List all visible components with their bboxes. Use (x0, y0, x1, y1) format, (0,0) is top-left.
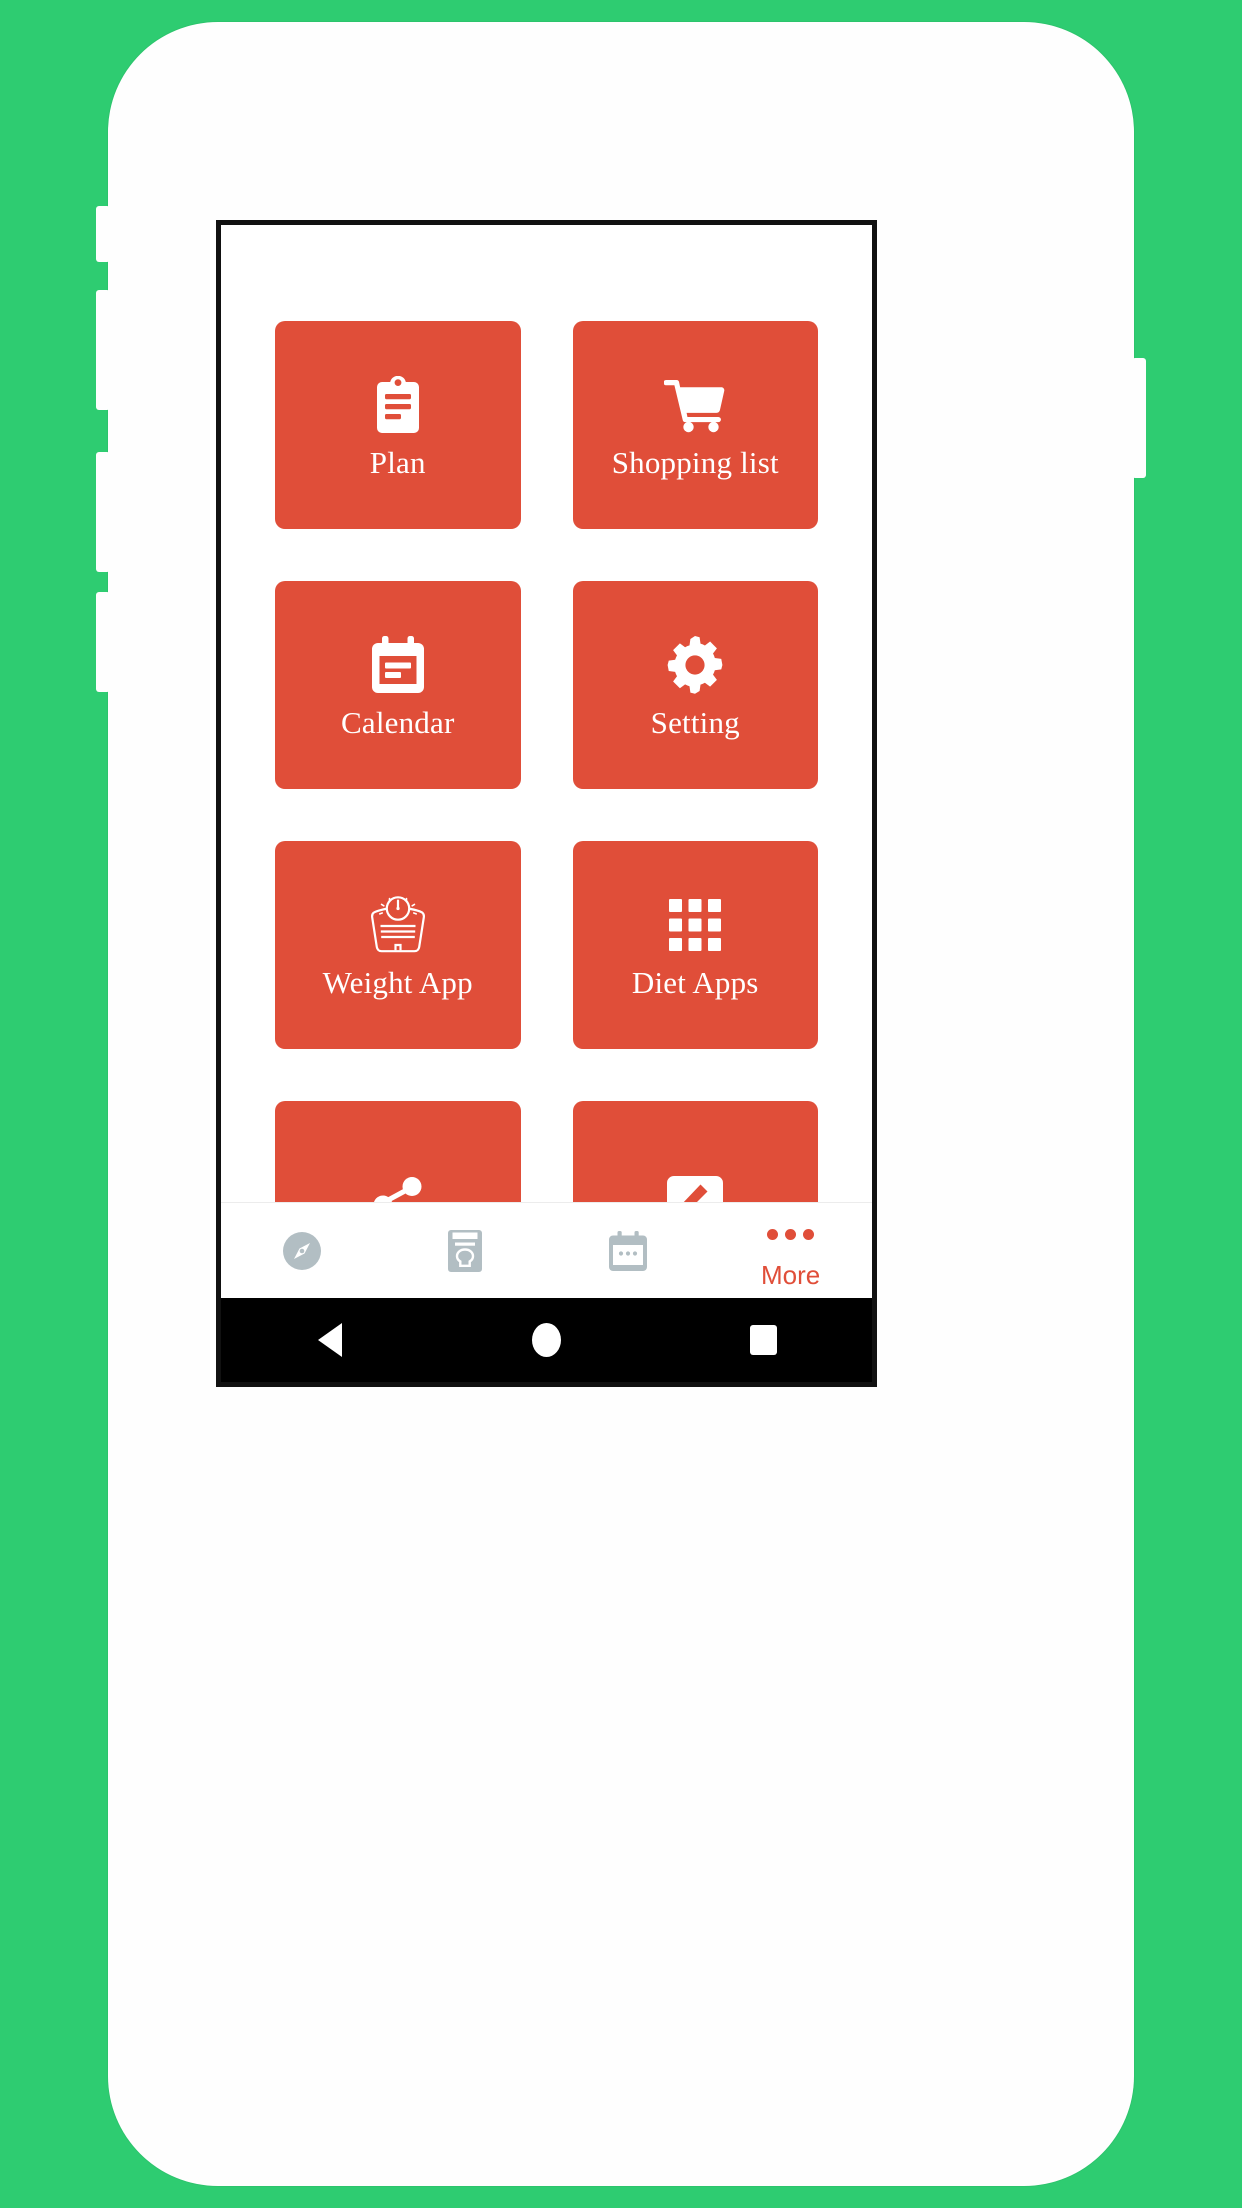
cookbook-icon (448, 1229, 483, 1272)
power-button[interactable] (1132, 358, 1146, 478)
tile-label: Calendar (341, 704, 455, 740)
calendar-icon (370, 633, 426, 697)
tile-label: Weight App (322, 964, 473, 1000)
weight-scale-icon (367, 893, 429, 957)
tile-label: Shopping list (611, 444, 779, 480)
gear-icon (666, 633, 724, 697)
more-dots-icon (767, 1213, 815, 1255)
tab-label: More (761, 1260, 821, 1290)
tab-more[interactable]: More (709, 1203, 872, 1298)
tile-share[interactable] (275, 1101, 521, 1202)
tab-discover[interactable] (221, 1203, 384, 1298)
screen-inner: Plan Shopping list Calendar Setting Weig… (221, 225, 872, 1382)
bottom-tab-bar: More (221, 1202, 872, 1298)
tile-grid: Plan Shopping list Calendar Setting Weig… (275, 225, 818, 1202)
volume-up-button[interactable] (96, 206, 110, 262)
tile-setting[interactable]: Setting (572, 581, 818, 789)
shopping-cart-icon (664, 373, 726, 437)
compass-icon (283, 1230, 322, 1272)
tile-diet-apps[interactable]: Diet Apps (572, 841, 818, 1049)
phone-screen: Plan Shopping list Calendar Setting Weig… (216, 220, 877, 1387)
tile-plan[interactable]: Plan (275, 321, 521, 529)
clipboard-icon (372, 373, 424, 437)
back-triangle-icon (317, 1323, 342, 1357)
tile-label: Diet Apps (631, 964, 759, 1000)
tile-weight-app[interactable]: Weight App (275, 841, 521, 1049)
home-circle-icon (532, 1323, 561, 1357)
nav-back-button[interactable] (270, 1298, 390, 1382)
apps-grid-icon (669, 893, 722, 957)
side-button-three[interactable] (96, 452, 110, 572)
nav-recents-button[interactable] (704, 1298, 824, 1382)
tile-feedback[interactable] (572, 1101, 818, 1202)
calendar-icon (608, 1230, 647, 1272)
tile-shopping-list[interactable]: Shopping list (572, 321, 818, 529)
tab-recipes[interactable] (384, 1203, 547, 1298)
volume-down-button[interactable] (96, 290, 110, 410)
page-root: Plan Shopping list Calendar Setting Weig… (0, 0, 1242, 2208)
feedback-pencil-icon (667, 1173, 724, 1202)
tab-calendar[interactable] (547, 1203, 710, 1298)
main-content-scroll-area[interactable]: Plan Shopping list Calendar Setting Weig… (221, 225, 872, 1202)
side-button-four[interactable] (96, 592, 110, 692)
tile-label: Setting (650, 704, 740, 740)
tile-label: Plan (369, 444, 426, 480)
android-system-nav (221, 1298, 872, 1382)
tile-calendar[interactable]: Calendar (275, 581, 521, 789)
recents-square-icon (750, 1325, 777, 1355)
nav-home-button[interactable] (487, 1298, 607, 1382)
phone-device-frame: Plan Shopping list Calendar Setting Weig… (96, 22, 1146, 2186)
share-icon (372, 1173, 424, 1202)
